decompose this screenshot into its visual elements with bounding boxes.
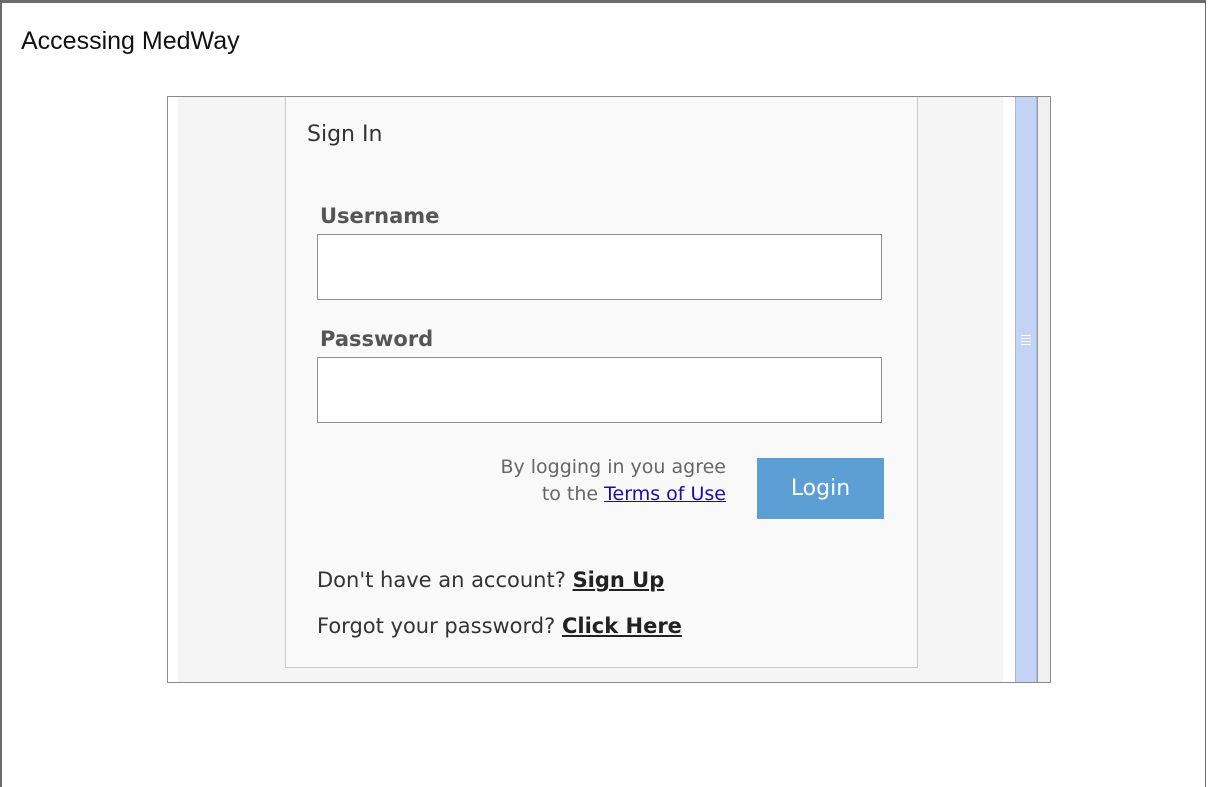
signin-heading: Sign In	[307, 122, 383, 147]
forgot-prompt: Forgot your password?	[317, 614, 556, 638]
scroll-grip-icon	[1021, 335, 1031, 345]
signup-prompt: Don't have an account?	[317, 568, 566, 592]
vertical-scrollbar[interactable]	[1015, 97, 1037, 682]
document-frame: Accessing MedWay Sign In Username Passwo…	[0, 0, 1206, 787]
right-margin	[1003, 97, 1015, 682]
forgot-password-link[interactable]: Click Here	[562, 614, 682, 638]
screenshot-frame: Sign In Username Password By logging in …	[167, 96, 1051, 683]
document-title: Accessing MedWay	[21, 27, 240, 55]
terms-of-use-link[interactable]: Terms of Use	[604, 483, 726, 505]
username-label: Username	[320, 204, 440, 228]
terms-notice: By logging in you agree to the Terms of …	[406, 454, 726, 508]
signin-panel: Sign In Username Password By logging in …	[285, 97, 918, 668]
login-button[interactable]: Login	[757, 458, 884, 519]
left-margin	[168, 97, 178, 682]
scroll-track	[1037, 97, 1050, 682]
username-input[interactable]	[317, 234, 882, 300]
terms-line-1: By logging in you agree	[500, 456, 726, 478]
password-label: Password	[320, 327, 434, 351]
terms-line-2-prefix: to the	[541, 483, 599, 505]
signup-link[interactable]: Sign Up	[573, 568, 665, 592]
password-input[interactable]	[317, 357, 882, 423]
terms-line-2: to the Terms of Use	[406, 481, 726, 508]
forgot-password-line: Forgot your password? Click Here	[317, 614, 682, 638]
signup-line: Don't have an account? Sign Up	[317, 568, 664, 592]
